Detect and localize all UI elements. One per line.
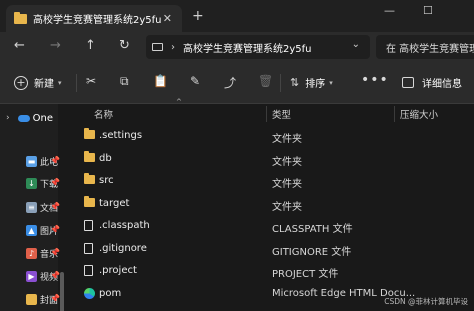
pin-icon[interactable]: 📌	[50, 156, 60, 165]
file-name: .classpath	[99, 220, 150, 231]
address-bar[interactable]: › 高校学生竞赛管理系统2y5fu ⌄	[146, 35, 370, 59]
sidebar-item-onedrive[interactable]: › One	[6, 108, 53, 128]
folder-icon	[84, 195, 95, 207]
toolbar-divider	[280, 74, 281, 92]
file-name: src	[99, 175, 114, 186]
folder-icon	[84, 150, 95, 162]
sidebar-item-icon: ↓	[26, 177, 37, 189]
file-row[interactable]: .classpath CLASSPATH 文件	[70, 215, 474, 237]
edge-browser-icon	[84, 287, 95, 299]
delete-icon[interactable]: 🗑	[258, 74, 273, 88]
chevron-down-icon: ▾	[58, 78, 62, 87]
minimize-button[interactable]: —	[384, 4, 395, 17]
sidebar-item-icon: ▶	[26, 270, 37, 282]
address-dropdown-icon[interactable]: ⌄	[352, 39, 360, 50]
folder-icon	[14, 11, 27, 24]
pin-icon[interactable]: 📌	[50, 202, 60, 211]
watermark-text: CSDN @菲林计算机毕设	[384, 297, 468, 306]
pin-icon[interactable]: 📌	[50, 178, 60, 187]
sidebar-item-label: One	[32, 112, 53, 124]
pin-icon[interactable]: 📌	[50, 271, 60, 280]
file-type: 文件夹	[272, 179, 302, 190]
file-name: .settings	[99, 130, 143, 141]
column-header-type[interactable]: 类型	[272, 104, 291, 124]
more-options-icon[interactable]: •••	[361, 72, 389, 88]
search-input[interactable]: 在 高校学生竞赛管理	[376, 35, 474, 59]
sort-indicator-icon: ^	[176, 98, 182, 106]
scrollbar[interactable]	[60, 272, 64, 311]
sidebar-item-icon: ▲	[26, 224, 37, 236]
sidebar-item-icon	[26, 293, 37, 305]
file-row[interactable]: .gitignore GITIGNORE 文件	[70, 238, 474, 260]
column-header-size[interactable]: 压缩大小	[400, 104, 438, 124]
column-divider[interactable]	[266, 106, 267, 122]
toolbar-divider	[76, 74, 77, 92]
file-name: pom	[99, 287, 122, 299]
onedrive-cloud-icon	[17, 114, 30, 122]
breadcrumb-current-folder[interactable]: 高校学生竞赛管理系统2y5fu	[183, 40, 312, 55]
sort-button[interactable]: ⇅ 排序 ▾	[290, 75, 333, 90]
new-button[interactable]: + 新建 ▾	[14, 75, 62, 90]
chevron-down-icon: ▾	[329, 78, 333, 87]
file-type: GITIGNORE 文件	[272, 246, 352, 258]
sidebar-item-icon: ▬	[26, 155, 37, 167]
back-arrow-icon[interactable]: ←	[14, 38, 25, 53]
sort-icon: ⇅	[290, 76, 300, 89]
file-name: .gitignore	[99, 242, 147, 254]
column-header-name[interactable]: 名称	[94, 104, 113, 124]
pin-icon[interactable]: 📌	[50, 294, 60, 303]
breadcrumb-chevron-icon[interactable]: ›	[171, 42, 175, 53]
copy-icon[interactable]: ⧉	[120, 74, 129, 89]
file-type: PROJECT 文件	[272, 269, 339, 280]
maximize-button[interactable]: ☐	[423, 4, 433, 17]
sort-button-label: 排序	[305, 79, 326, 90]
details-pane-icon	[402, 77, 414, 88]
file-row[interactable]: .settings 文件夹	[70, 125, 474, 147]
folder-icon	[84, 128, 95, 139]
rename-icon[interactable]: ✎	[190, 74, 200, 88]
file-row[interactable]: src 文件夹	[70, 170, 474, 192]
pin-icon[interactable]: 📌	[50, 225, 60, 234]
tab-current-folder[interactable]: 高校学生竞赛管理系统2y5fu ✕	[6, 5, 182, 32]
folder-icon	[84, 173, 95, 184]
file-name: .project	[99, 265, 137, 276]
file-row[interactable]: db 文件夹	[70, 148, 474, 170]
file-row[interactable]: target 文件夹	[70, 193, 474, 215]
file-icon	[84, 220, 93, 231]
monitor-icon	[152, 43, 163, 51]
file-row[interactable]: .project PROJECT 文件	[70, 260, 474, 282]
sidebar-item-icon: ≡	[26, 201, 37, 213]
new-tab-button[interactable]: +	[192, 8, 204, 24]
tab-title: 高校学生竞赛管理系统2y5fu	[33, 15, 162, 26]
up-arrow-icon[interactable]: ↑	[85, 38, 96, 53]
file-type: CLASSPATH 文件	[272, 224, 353, 235]
chevron-right-icon[interactable]: ›	[6, 113, 10, 123]
title-bar: 高校学生竞赛管理系统2y5fu ✕ + — ☐	[0, 0, 474, 32]
file-type: 文件夹	[272, 201, 302, 213]
close-tab-icon[interactable]: ✕	[163, 12, 172, 25]
cut-icon[interactable]: ✂	[86, 74, 96, 88]
file-type: 文件夹	[272, 156, 302, 168]
paste-icon[interactable]: 📋	[153, 74, 168, 88]
details-pane-button[interactable]: 详细信息	[402, 75, 462, 90]
navigation-pane: › One ▬ 此电 📌 ↓ 下载 📌 ≡ 文档 📌 ▲ 图片 📌 ♪ 音乐 📌 ▶ 视频 📌 封面 📌	[0, 104, 64, 311]
refresh-icon[interactable]: ↻	[119, 38, 130, 53]
forward-arrow-icon[interactable]: →	[50, 38, 61, 53]
file-icon	[84, 242, 93, 254]
share-icon[interactable]: ⤴	[224, 74, 236, 91]
file-name: target	[99, 197, 130, 209]
new-button-label: 新建	[34, 79, 54, 90]
sidebar-item-icon: ♪	[26, 247, 37, 259]
file-icon	[84, 265, 93, 276]
plus-circle-icon: +	[14, 75, 28, 90]
file-name: db	[99, 152, 112, 164]
file-type: 文件夹	[272, 134, 302, 145]
pin-icon[interactable]: 📌	[50, 248, 60, 257]
column-divider[interactable]	[394, 106, 395, 122]
command-bar: + 新建 ▾ ✂ ⧉ 📋 ✎ ⤴ 🗑 ⇅ 排序 ▾ ••• 详细信息	[0, 62, 474, 104]
file-list: ^ 名称 类型 压缩大小 .settings 文件夹 db 文件夹 src 文件夹 targ…	[70, 98, 474, 311]
details-button-label: 详细信息	[422, 79, 462, 90]
navigation-bar: ← → ↑ ↻ › 高校学生竞赛管理系统2y5fu ⌄ 在 高校学生竞赛管理	[0, 32, 474, 62]
